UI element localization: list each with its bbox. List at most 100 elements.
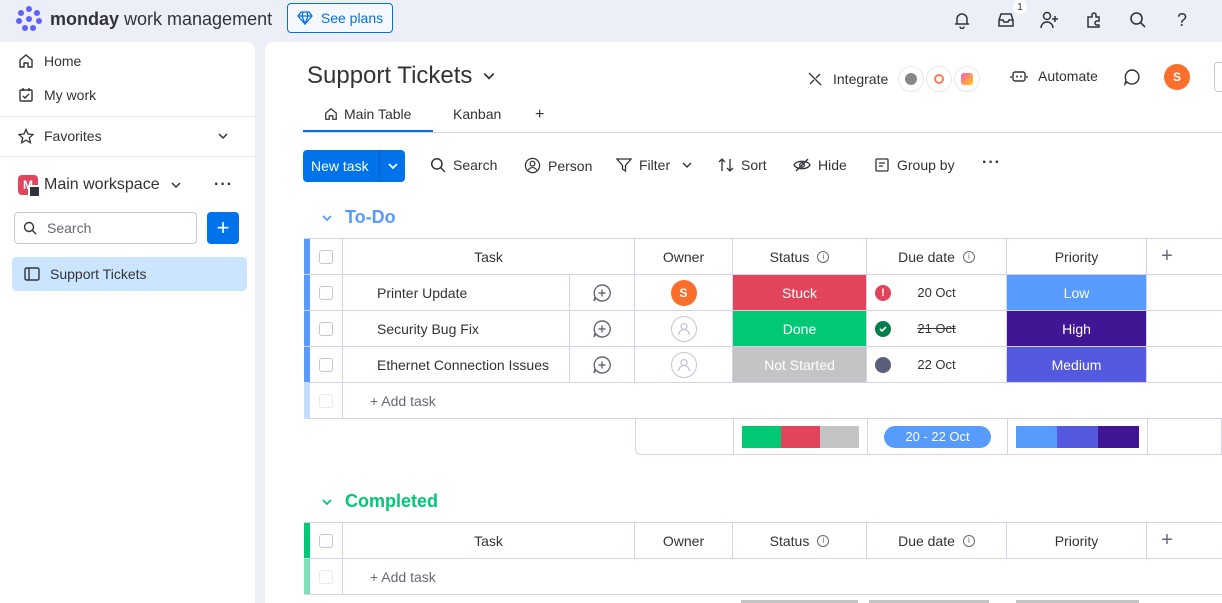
sidebar-divider — [0, 116, 255, 117]
priority-summary[interactable] — [1008, 419, 1148, 454]
select-all-checkbox[interactable] — [319, 249, 333, 264]
add-update-icon[interactable] — [570, 347, 635, 382]
tabs-divider — [303, 132, 1222, 133]
table-row[interactable]: Printer Update S Stuck ! 20 Oct Low — [304, 275, 1222, 311]
info-icon[interactable]: i — [962, 250, 975, 263]
apps-puzzle-icon[interactable] — [1082, 8, 1106, 32]
add-update-icon[interactable] — [570, 275, 635, 310]
column-header-status[interactable]: Status i — [733, 523, 867, 558]
more-options-icon[interactable]: ··· — [982, 154, 1001, 172]
home-icon — [325, 107, 337, 120]
table-row[interactable]: Security Bug Fix Done 21 Oct High — [304, 311, 1222, 347]
active-tab-indicator — [303, 130, 433, 132]
app-logo[interactable]: monday work management — [16, 6, 272, 32]
table-row[interactable]: Ethernet Connection Issues Not Started 2… — [304, 347, 1222, 383]
tab-kanban[interactable]: Kanban — [453, 106, 501, 122]
integrate-button[interactable]: Integrate — [807, 66, 981, 92]
search-placeholder: Search — [47, 220, 92, 236]
filter-button[interactable]: Filter — [616, 157, 693, 173]
priority-cell[interactable]: High — [1007, 311, 1147, 346]
column-header-due-date[interactable]: Due date i — [867, 239, 1007, 274]
add-update-icon[interactable] — [570, 311, 635, 346]
invite-members-icon[interactable] — [1037, 8, 1061, 32]
task-name-cell[interactable]: Security Bug Fix — [343, 311, 570, 346]
column-header-priority[interactable]: Priority — [1007, 239, 1147, 274]
chevron-down-icon[interactable] — [380, 160, 405, 172]
add-item-button[interactable]: + — [207, 212, 239, 244]
due-date-cell[interactable]: 21 Oct — [867, 311, 1007, 346]
sidebar-item-support-tickets[interactable]: Support Tickets — [12, 257, 247, 291]
tab-main-table[interactable]: Main Table — [324, 106, 411, 122]
info-icon[interactable]: i — [962, 534, 975, 547]
add-task-input[interactable]: + Add task — [343, 383, 1222, 418]
info-icon[interactable]: i — [817, 534, 830, 547]
new-task-button[interactable]: New task — [303, 150, 405, 182]
column-header-task[interactable]: Task — [343, 523, 635, 558]
status-summary[interactable] — [734, 419, 868, 454]
status-cell[interactable]: Not Started — [733, 347, 867, 382]
see-plans-button[interactable]: See plans — [287, 3, 393, 33]
row-checkbox[interactable] — [319, 321, 333, 336]
info-icon[interactable]: i — [817, 250, 830, 263]
add-task-row[interactable]: + Add task — [304, 559, 1222, 595]
priority-cell[interactable]: Low — [1007, 275, 1147, 310]
row-checkbox[interactable] — [319, 285, 333, 300]
status-cell[interactable]: Done — [733, 311, 867, 346]
add-task-row[interactable]: + Add task — [304, 383, 1222, 419]
group-header-todo[interactable]: To-Do — [321, 207, 396, 228]
monday-logo-icon — [16, 6, 42, 31]
column-header-owner[interactable]: Owner — [635, 523, 733, 558]
group-by-button[interactable]: Group by — [874, 157, 955, 173]
owner-cell[interactable] — [635, 311, 733, 346]
due-date-summary[interactable]: 20 - 22 Oct — [868, 419, 1008, 454]
chevron-down-icon[interactable] — [321, 212, 333, 224]
column-header-priority[interactable]: Priority — [1007, 523, 1147, 558]
invite-button[interactable] — [1214, 62, 1222, 92]
priority-label: High — [1007, 311, 1146, 346]
comment-icon[interactable] — [1123, 68, 1141, 89]
search-button[interactable]: Search — [430, 157, 497, 173]
task-name-cell[interactable]: Ethernet Connection Issues — [343, 347, 570, 382]
row-checkbox[interactable] — [319, 357, 333, 372]
empty-avatar-icon — [670, 315, 697, 342]
search-icon[interactable] — [1126, 8, 1150, 32]
person-filter-button[interactable]: Person — [524, 157, 592, 174]
due-date-cell[interactable]: ! 20 Oct — [867, 275, 1007, 310]
group-header-completed[interactable]: Completed — [321, 491, 438, 512]
chevron-down-icon[interactable] — [681, 159, 693, 171]
add-column-button[interactable]: + — [1147, 523, 1187, 558]
group-title[interactable]: Completed — [345, 491, 438, 512]
group-title[interactable]: To-Do — [345, 207, 396, 228]
column-header-task[interactable]: Task — [343, 239, 635, 274]
sidebar-search-input[interactable]: Search — [14, 212, 197, 244]
add-task-input[interactable]: + Add task — [343, 559, 1222, 594]
workspace-more-icon[interactable]: ··· — [214, 176, 233, 194]
owner-cell[interactable]: S — [635, 275, 733, 310]
column-header-owner[interactable]: Owner — [635, 239, 733, 274]
chevron-down-icon[interactable] — [321, 496, 333, 508]
bell-icon[interactable] — [950, 8, 974, 32]
sidebar-item-favorites[interactable]: Favorites — [18, 128, 238, 144]
select-all-checkbox[interactable] — [319, 533, 333, 548]
column-header-due-date[interactable]: Due date i — [867, 523, 1007, 558]
task-name-cell[interactable]: Printer Update — [343, 275, 570, 310]
due-date-text: 22 Oct — [917, 357, 956, 372]
owner-cell[interactable] — [635, 347, 733, 382]
priority-cell[interactable]: Medium — [1007, 347, 1147, 382]
status-cell[interactable]: Stuck — [733, 275, 867, 310]
sort-button[interactable]: Sort — [718, 157, 767, 173]
column-header-status[interactable]: Status i — [733, 239, 867, 274]
automate-button[interactable]: Automate — [1010, 68, 1098, 84]
add-view-button[interactable]: + — [535, 106, 544, 124]
hide-button[interactable]: Hide — [793, 157, 847, 173]
due-date-cell[interactable]: 22 Oct — [867, 347, 1007, 382]
board-title[interactable]: Support Tickets — [307, 62, 496, 90]
sidebar-item-home[interactable]: Home — [18, 53, 81, 69]
add-column-button[interactable]: + — [1147, 239, 1187, 274]
table-header-row: Task Owner Status i Due date i Priority + — [304, 239, 1222, 275]
sidebar-item-my-work[interactable]: My work — [18, 87, 96, 103]
avatar[interactable]: S — [1164, 64, 1190, 90]
tab-label: Kanban — [453, 106, 502, 122]
workspace-selector[interactable]: M Main workspace ··· — [18, 175, 238, 198]
help-icon[interactable]: ? — [1170, 8, 1194, 32]
